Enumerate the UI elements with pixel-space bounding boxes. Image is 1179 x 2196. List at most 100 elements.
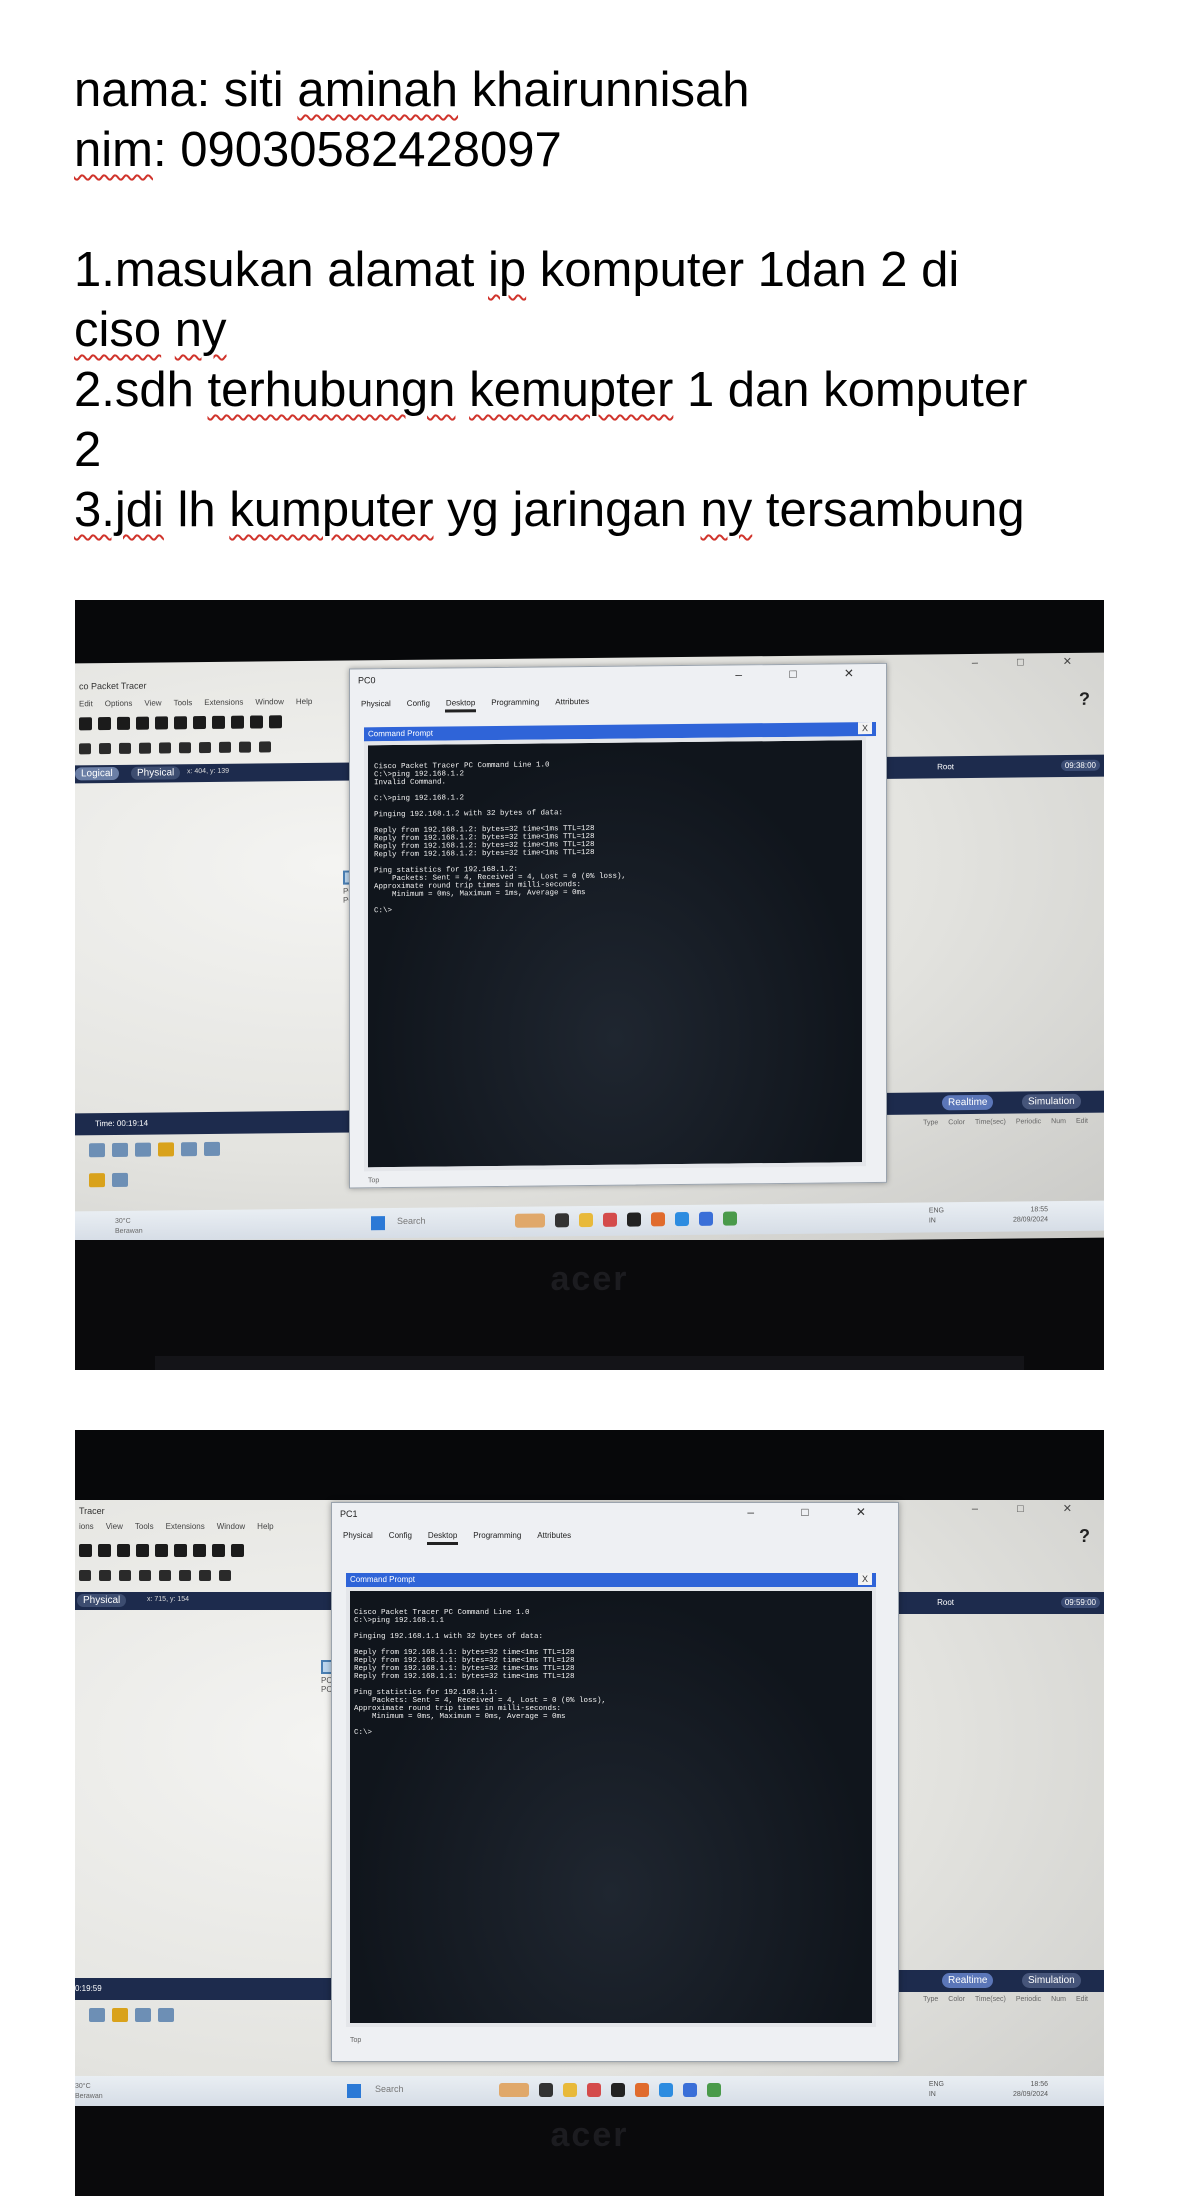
envelope-icon[interactable]	[219, 1570, 231, 1581]
end-device-icon[interactable]	[181, 1142, 197, 1157]
weather-widget[interactable]: 30°C Berawan	[75, 2082, 103, 2102]
folder-icon[interactable]	[563, 2083, 577, 2097]
note-icon[interactable]	[99, 1570, 111, 1581]
wizard-icon[interactable]	[98, 1544, 111, 1557]
menu-extensions[interactable]: Extensions	[166, 1522, 205, 1531]
tab-config[interactable]: Config	[406, 697, 431, 713]
open-icon[interactable]	[98, 717, 111, 731]
dropbox-icon[interactable]	[627, 1212, 641, 1227]
widget-icon[interactable]	[499, 2083, 529, 2097]
router-icon[interactable]	[89, 2008, 105, 2022]
save-icon[interactable]	[174, 716, 187, 730]
wizard-icon[interactable]	[136, 716, 149, 730]
menu-window[interactable]: Window	[217, 1522, 245, 1531]
redo-icon[interactable]	[212, 1544, 225, 1557]
connection-icon[interactable]	[112, 2008, 128, 2022]
router-icon[interactable]	[89, 1143, 105, 1158]
ellipse-icon[interactable]	[159, 1570, 171, 1581]
root-label[interactable]: Root	[937, 1598, 954, 1607]
tab-programming[interactable]: Programming	[472, 1529, 522, 1545]
end-device-icon[interactable]	[135, 2008, 151, 2022]
simulation-button[interactable]: Simulation	[1022, 1093, 1081, 1110]
ellipse-icon[interactable]	[199, 741, 211, 754]
menu-extensions[interactable]: Extensions	[204, 698, 243, 707]
menu-options[interactable]: Options	[105, 699, 133, 708]
mail-icon[interactable]	[239, 741, 251, 753]
pencil-icon[interactable]	[179, 1570, 191, 1581]
tab-config[interactable]: Config	[388, 1529, 413, 1545]
terminal[interactable]: Cisco Packet Tracer PC Command Line 1.0 C…	[364, 736, 866, 1172]
windows-start-icon[interactable]	[371, 1216, 385, 1231]
undo-icon[interactable]	[231, 715, 244, 729]
windows-start-icon[interactable]	[347, 2084, 361, 2098]
taskbar-search[interactable]: Search	[397, 1216, 426, 1226]
tab-desktop[interactable]: Desktop	[444, 696, 477, 713]
edge-icon[interactable]	[675, 1211, 689, 1227]
paste-icon[interactable]	[212, 715, 225, 729]
undo-icon[interactable]	[193, 1544, 206, 1557]
app-icon[interactable]	[683, 2083, 697, 2097]
weather-widget[interactable]: 30°C Berawan	[115, 1217, 143, 1237]
help-icon[interactable]: ?	[1079, 1526, 1090, 1547]
menu-view[interactable]: View	[106, 1522, 123, 1531]
note-icon[interactable]	[139, 742, 151, 754]
copy-icon[interactable]	[193, 716, 206, 730]
menu-edit[interactable]: Edit	[79, 699, 93, 708]
menu-help[interactable]: Help	[257, 1522, 273, 1531]
taskbar-clock[interactable]: 18:56 28/09/2024	[1013, 2080, 1048, 2100]
simulation-button[interactable]: Simulation	[1022, 1973, 1081, 1988]
new-icon[interactable]	[79, 717, 92, 731]
language-indicator[interactable]: ENG IN	[929, 1206, 944, 1226]
network-icon[interactable]	[155, 716, 168, 730]
menu-view[interactable]: View	[144, 698, 161, 707]
language-indicator[interactable]: ENG IN	[929, 2080, 944, 2100]
top-checkbox[interactable]: Top	[350, 2037, 361, 2044]
line-icon[interactable]	[119, 1570, 131, 1581]
tab-physical[interactable]: Physical	[360, 697, 392, 713]
select-icon[interactable]	[79, 1570, 91, 1581]
delete-icon[interactable]	[99, 743, 111, 755]
cloud-icon[interactable]	[204, 1141, 220, 1157]
zoom-icon[interactable]	[269, 715, 282, 729]
tab-attributes[interactable]: Attributes	[554, 695, 590, 711]
pc0-window-controls[interactable]: – □ ✕	[735, 666, 876, 681]
taskbar-search[interactable]: Search	[375, 2084, 404, 2094]
switch-icon[interactable]	[112, 1142, 128, 1158]
redo-icon[interactable]	[250, 715, 263, 729]
tab-attributes[interactable]: Attributes	[536, 1529, 572, 1545]
paste-icon[interactable]	[174, 1544, 187, 1557]
tab-physical[interactable]: Physical	[131, 766, 181, 780]
envelope-icon[interactable]	[259, 741, 271, 753]
search-icon[interactable]	[79, 743, 91, 755]
lightning-icon[interactable]	[89, 1173, 105, 1188]
tab-programming[interactable]: Programming	[490, 696, 540, 713]
connection-icon[interactable]	[158, 1142, 174, 1157]
window-controls[interactable]: – □ ✕	[972, 1502, 1090, 1515]
menu-window[interactable]: Window	[255, 697, 283, 706]
network-icon[interactable]	[117, 1544, 130, 1557]
app-icon[interactable]	[651, 1212, 665, 1227]
copy-icon[interactable]	[155, 1544, 168, 1557]
app-icon[interactable]	[635, 2083, 649, 2097]
tab-physical[interactable]: Physical	[77, 1594, 127, 1607]
line-icon[interactable]	[159, 742, 171, 754]
menu-tools[interactable]: Tools	[174, 698, 193, 707]
root-label[interactable]: Root	[937, 762, 954, 771]
pencil-icon[interactable]	[219, 741, 231, 753]
tab-desktop[interactable]: Desktop	[426, 1529, 459, 1545]
menu-help[interactable]: Help	[296, 697, 312, 706]
help-icon[interactable]: ?	[1079, 689, 1090, 710]
save-icon[interactable]	[136, 1544, 149, 1557]
app-icon[interactable]	[587, 2083, 601, 2097]
app-icon[interactable]	[699, 1211, 713, 1226]
packet-tracer-icon[interactable]	[723, 1211, 737, 1226]
top-checkbox[interactable]: Top	[368, 1177, 379, 1184]
grid-icon[interactable]	[112, 1172, 128, 1188]
rectangle-icon[interactable]	[139, 1570, 151, 1581]
select-icon[interactable]	[119, 742, 131, 754]
tab-physical[interactable]: Physical	[342, 1529, 374, 1545]
widget-icon[interactable]	[515, 1213, 545, 1228]
rectangle-icon[interactable]	[179, 742, 191, 754]
taskview-icon[interactable]	[555, 1213, 569, 1228]
hub-icon[interactable]	[135, 1142, 151, 1157]
